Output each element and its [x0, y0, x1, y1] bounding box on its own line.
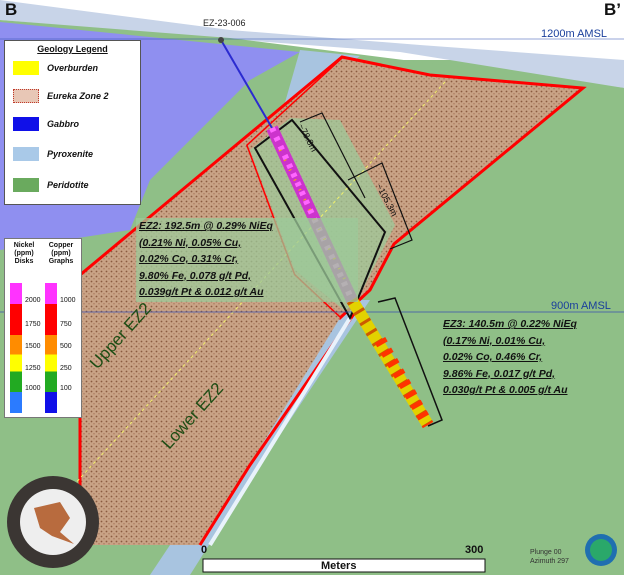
ez3-annotation: EZ3: 140.5m @ 0.22% NiEq (0.17% Ni, 0.01… [443, 316, 577, 399]
copper-tick: 500 [60, 343, 72, 350]
copper-scale-title: Copper (ppm) Graphs [48, 242, 74, 265]
nickel-tick: 1250 [25, 365, 41, 372]
ez2-line: 0.02% Co, 0.31% Cr, [139, 253, 239, 265]
drillhole-label: EZ-23-006 [203, 18, 246, 28]
legend-title: Geology Legend [37, 44, 108, 54]
ez2-line: EZ2: 192.5m @ 0.29% NiEq [139, 220, 273, 232]
geology-legend: Geology Legend Overburden Eureka Zone 2 … [4, 40, 141, 205]
nickel-tick: 1000 [25, 385, 41, 392]
elevation-label-1200: 1200m AMSL [541, 28, 608, 40]
ez3-line: EZ3: 140.5m @ 0.22% NiEq [443, 318, 577, 330]
ez3-line: 9.86% Fe, 0.017 g/t Pd, [443, 367, 556, 380]
overburden-swatch [13, 61, 39, 75]
ez2-line: 9.80% Fe, 0.078 g/t Pd, [139, 269, 252, 282]
section-label-left: B [5, 0, 18, 19]
peridotite-swatch [13, 178, 39, 192]
ez2-line: (0.21% Ni, 0.05% Cu, [139, 236, 242, 249]
ez3-line: (0.17% Ni, 0.01% Cu, [443, 334, 546, 347]
copper-color-bar [45, 283, 57, 413]
ez3-line: 0.030g/t Pt & 0.005 g/t Au [443, 384, 568, 396]
plunge-label: Plunge 00 [530, 549, 562, 556]
ez2-annotation: EZ2: 192.5m @ 0.29% NiEq (0.21% Ni, 0.05… [139, 218, 273, 301]
nickel-scale-title: Nickel (ppm) Disks [13, 242, 35, 265]
nickel-tick: 1500 [25, 343, 41, 350]
copper-tick: 250 [60, 365, 72, 372]
copper-tick: 750 [60, 321, 72, 328]
scale-start-label: 0 [201, 544, 208, 556]
legend-item-eureka-zone-2: Eureka Zone 2 [13, 88, 109, 104]
legend-item-pyroxenite: Pyroxenite [13, 146, 93, 162]
grade-scale: Nickel (ppm) Disks Copper (ppm) Graphs 2… [4, 238, 82, 418]
company-logo [7, 476, 99, 568]
legend-item-peridotite: Peridotite [13, 177, 89, 193]
elevation-label-900: 900m AMSL [551, 300, 611, 312]
ez3-line: 0.02% Co, 0.46% Cr, [443, 351, 543, 363]
scale-end-label: 300 [465, 544, 484, 556]
nickel-tick: 2000 [25, 297, 41, 304]
collar-marker [218, 37, 224, 43]
azimuth-label: Azimuth 297 [530, 558, 569, 565]
ez2-swatch [13, 89, 39, 103]
view-info: Plunge 00 Azimuth 297 [530, 548, 569, 566]
pyroxenite-swatch [13, 147, 39, 161]
ez2-line: 0.039g/t Pt & 0.012 g/t Au [139, 286, 264, 298]
nickel-tick: 1750 [25, 321, 41, 328]
scale-unit-label: Meters [321, 560, 357, 572]
section-label-right: B’ [604, 0, 621, 19]
nickel-color-bar [10, 283, 22, 413]
e-emblem-icon [585, 534, 617, 566]
copper-tick: 100 [60, 385, 72, 392]
gabbro-swatch [13, 117, 39, 131]
legend-item-overburden: Overburden [13, 60, 98, 76]
copper-tick: 1000 [60, 297, 76, 304]
legend-item-gabbro: Gabbro [13, 116, 79, 132]
